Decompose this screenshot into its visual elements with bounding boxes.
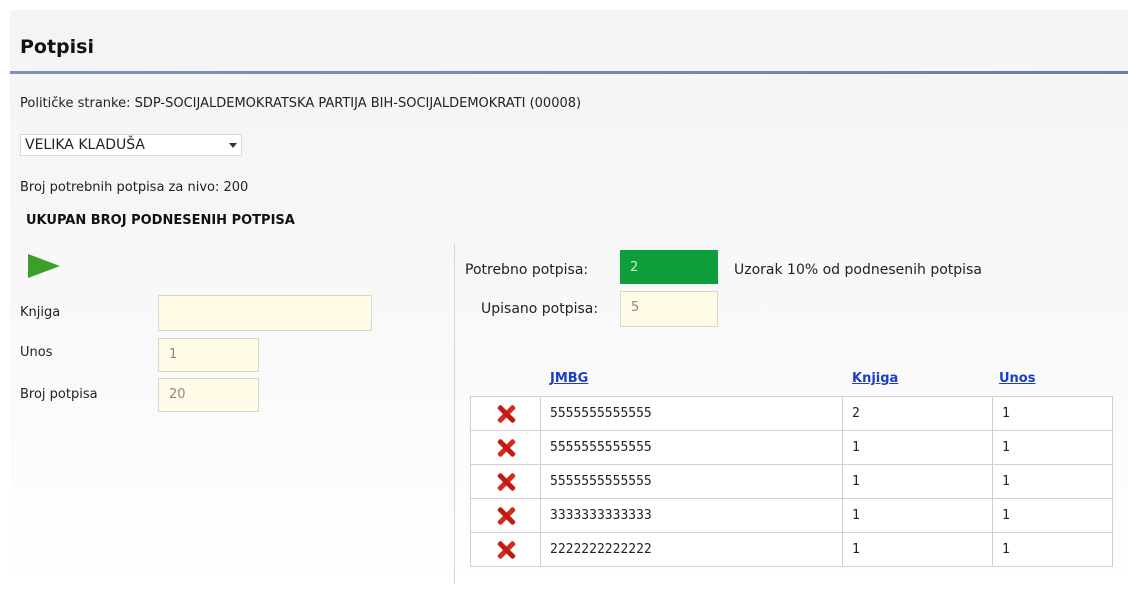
potrebno-label: Potrebno potpisa: — [465, 262, 589, 278]
jmbg-cell: 2222222222222 — [540, 532, 843, 567]
table-row: 3333333333333 1 1 — [470, 498, 1113, 533]
broj-potpisa-label: Broj potpisa — [20, 387, 98, 402]
delete-x-icon[interactable] — [495, 539, 517, 561]
broj-potpisa-input[interactable]: 20 — [158, 378, 259, 412]
knjiga-cell: 1 — [842, 464, 993, 499]
title-divider — [10, 71, 1128, 74]
unos-cell: 1 — [992, 464, 1113, 499]
party-info: Političke stranke: SDP-SOCIJALDEMOKRATSK… — [20, 96, 582, 111]
delete-cell — [470, 498, 541, 533]
required-signatures-text: Broj potrebnih potpisa za nivo: 200 — [20, 180, 249, 195]
knjiga-cell: 2 — [842, 396, 993, 431]
column-header-unos[interactable]: Unos — [999, 371, 1035, 386]
jmbg-cell: 3333333333333 — [540, 498, 843, 533]
jmbg-cell: 5555555555555 — [540, 430, 843, 465]
unos-input[interactable]: 1 — [158, 338, 259, 372]
delete-cell — [470, 396, 541, 431]
knjiga-cell: 1 — [842, 532, 993, 567]
delete-cell — [470, 464, 541, 499]
unos-label: Unos — [20, 345, 53, 360]
delete-x-icon[interactable] — [495, 505, 517, 527]
section-heading: UKUPAN BROJ PODNESENIH POTPISA — [26, 213, 295, 228]
table-row: 2222222222222 1 1 — [470, 532, 1113, 567]
table-row: 5555555555555 1 1 — [470, 464, 1113, 499]
sample-note: Uzorak 10% od podnesenih potpisa — [734, 262, 982, 278]
unos-cell: 1 — [992, 532, 1113, 567]
knjiga-input[interactable] — [158, 295, 372, 331]
chevron-down-icon — [229, 143, 237, 148]
jmbg-cell: 5555555555555 — [540, 396, 843, 431]
column-divider — [454, 244, 455, 584]
upisano-value: 5 — [620, 291, 718, 327]
potrebno-value: 2 — [620, 250, 718, 284]
unos-cell: 1 — [992, 396, 1113, 431]
delete-cell — [470, 430, 541, 465]
municipality-select-value: VELIKA KLADUŠA — [25, 137, 145, 153]
municipality-select[interactable]: VELIKA KLADUŠA — [20, 134, 242, 156]
page-title: Potpisi — [20, 36, 94, 58]
play-icon[interactable] — [28, 254, 60, 278]
upisano-label: Upisano potpisa: — [481, 301, 599, 317]
delete-cell — [470, 532, 541, 567]
column-header-knjiga[interactable]: Knjiga — [852, 371, 898, 386]
knjiga-cell: 1 — [842, 498, 993, 533]
knjiga-label: Knjiga — [20, 305, 61, 320]
jmbg-cell: 5555555555555 — [540, 464, 843, 499]
column-header-jmbg[interactable]: JMBG — [550, 371, 588, 386]
table-row: 5555555555555 1 1 — [470, 430, 1113, 465]
unos-cell: 1 — [992, 430, 1113, 465]
table-row: 5555555555555 2 1 — [470, 396, 1113, 431]
delete-x-icon[interactable] — [495, 403, 517, 425]
knjiga-cell: 1 — [842, 430, 993, 465]
delete-x-icon[interactable] — [495, 471, 517, 493]
signatures-table: 5555555555555 2 1 5555555555555 1 1 5555… — [470, 396, 1113, 567]
delete-x-icon[interactable] — [495, 437, 517, 459]
unos-cell: 1 — [992, 498, 1113, 533]
